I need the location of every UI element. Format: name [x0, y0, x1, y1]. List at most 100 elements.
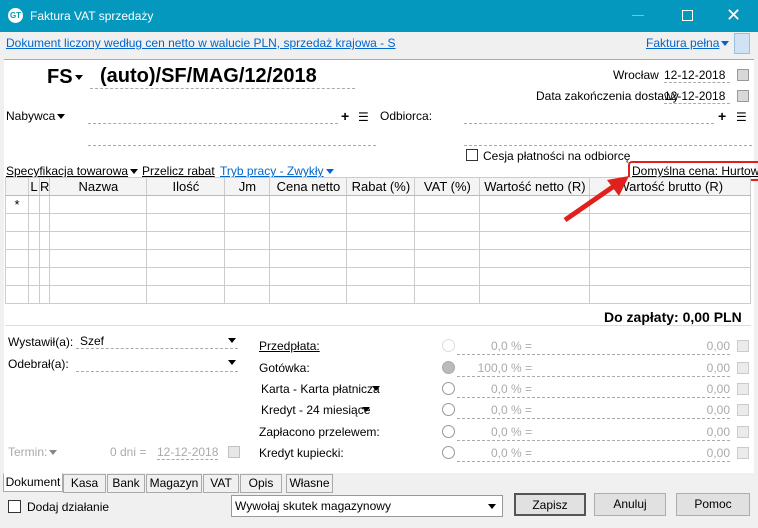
add-buyer-icon[interactable]: + — [341, 108, 349, 124]
doc-type: FS — [47, 66, 73, 88]
term-dropdown[interactable]: Termin: — [8, 445, 58, 459]
work-mode-dropdown[interactable]: Tryb pracy - Zwykły — [220, 164, 334, 178]
payment-radio[interactable] — [442, 446, 455, 459]
recalc-discount-link[interactable]: Przelicz rabat — [142, 164, 215, 178]
payment-label[interactable]: Kredyt - 24 miesiące — [261, 403, 370, 417]
recipient-field[interactable] — [464, 108, 714, 124]
calculator-icon[interactable] — [737, 383, 749, 395]
calendar-icon[interactable] — [737, 69, 749, 81]
col-r[interactable]: R — [38, 177, 51, 196]
col-name[interactable]: Nazwa — [49, 177, 148, 196]
close-button[interactable]: ✕ — [726, 5, 741, 26]
payment-radio[interactable] — [442, 361, 455, 374]
spec-label: Specyfikacja towarowa — [6, 164, 129, 178]
calculator-icon[interactable] — [737, 340, 749, 352]
payment-percent[interactable]: 0,0 % = — [491, 382, 532, 396]
minimize-button[interactable] — [632, 15, 644, 16]
add-action-label: Dodaj działanie — [27, 500, 110, 514]
tab-bank[interactable]: Bank — [107, 474, 145, 493]
list-icon[interactable]: ☰ — [358, 110, 369, 124]
term-date[interactable]: 12-12-2018 — [157, 445, 219, 460]
buyer-address-field[interactable] — [88, 130, 376, 146]
payment-amount[interactable]: 0,00 — [707, 339, 730, 353]
table-row[interactable] — [5, 267, 751, 286]
chevron-down-icon[interactable] — [372, 386, 380, 391]
payment-percent[interactable]: 0,0 % = — [491, 403, 532, 417]
calendar-icon[interactable] — [737, 90, 749, 102]
chevron-down-icon — [74, 75, 83, 81]
col-discount[interactable]: Rabat (%) — [346, 177, 416, 196]
divider — [5, 325, 751, 326]
buyer-dropdown[interactable]: Nabywca — [6, 109, 66, 123]
calculator-icon[interactable] — [737, 426, 749, 438]
payment-percent[interactable]: 0,0 % = — [491, 339, 532, 353]
doc-type-dropdown[interactable]: FS — [47, 66, 83, 89]
col-net-price[interactable]: Cena netto — [269, 177, 348, 196]
tab-vat[interactable]: VAT — [203, 474, 239, 493]
list-icon[interactable]: ☰ — [736, 110, 747, 124]
col-unit[interactable]: Jm — [224, 177, 271, 196]
help-button[interactable]: Pomoc — [676, 493, 750, 516]
items-grid[interactable]: L R Nazwa Ilość Jm Cena netto Rabat (%) … — [5, 177, 751, 304]
calculator-icon[interactable] — [737, 447, 749, 459]
issue-date[interactable]: 12-12-2018 — [664, 68, 730, 83]
term-days[interactable]: 0 dni = — [110, 445, 146, 459]
payment-percent[interactable]: 100,0 % = — [478, 361, 532, 375]
received-by-select[interactable] — [76, 356, 238, 372]
document-info-link[interactable]: Dokument liczony według cen netto w walu… — [6, 36, 396, 50]
window-title: Faktura VAT sprzedaży — [30, 9, 154, 23]
payment-radio[interactable] — [442, 403, 455, 416]
calendar-icon[interactable] — [228, 446, 240, 458]
warehouse-effect-select[interactable]: Wywołaj skutek magazynowy — [231, 495, 503, 517]
table-row[interactable]: * — [5, 195, 751, 214]
add-action-checkbox[interactable] — [8, 500, 21, 513]
payment-label[interactable]: Karta - Karta płatnicza — [261, 382, 380, 396]
cancel-button[interactable]: Anuluj — [594, 493, 666, 516]
table-row[interactable] — [5, 231, 751, 250]
chevron-down-icon — [49, 450, 58, 456]
recipient-label: Odbiorca: — [380, 109, 433, 123]
tab-dokument[interactable]: Dokument — [3, 473, 63, 492]
tab-własne[interactable]: Własne — [286, 474, 333, 493]
table-row[interactable] — [5, 213, 751, 232]
payment-radio[interactable] — [442, 339, 455, 352]
col-qty[interactable]: Ilość — [146, 177, 226, 196]
payment-amount[interactable]: 0,00 — [707, 446, 730, 460]
chevron-down-icon[interactable] — [362, 407, 370, 412]
issued-by-select[interactable]: Szef — [76, 334, 238, 349]
payment-label: Kredyt kupiecki: — [259, 446, 344, 460]
save-button[interactable]: Zapisz — [514, 493, 586, 516]
payment-amount[interactable]: 0,00 — [707, 425, 730, 439]
tab-kasa[interactable]: Kasa — [63, 474, 106, 493]
payment-label: Gotówka: — [259, 361, 310, 375]
payment-radio[interactable] — [442, 425, 455, 438]
delivery-date[interactable]: 12-12-2018 — [664, 89, 730, 104]
invoice-type-dropdown[interactable]: Faktura pełna — [646, 36, 730, 50]
doc-number[interactable]: (auto)/SF/MAG/12/2018 — [90, 65, 355, 89]
tab-opis[interactable]: Opis — [240, 474, 282, 493]
payment-radio[interactable] — [442, 382, 455, 395]
tab-magazyn[interactable]: Magazyn — [146, 474, 202, 493]
table-row[interactable] — [5, 285, 751, 304]
maximize-button[interactable] — [682, 10, 693, 21]
document-icon[interactable] — [734, 33, 750, 54]
payment-percent[interactable]: 0,0 % = — [491, 425, 532, 439]
col-vat[interactable]: VAT (%) — [414, 177, 481, 196]
payment-percent[interactable]: 0,0 % = — [491, 446, 532, 460]
grid-header: L R Nazwa Ilość Jm Cena netto Rabat (%) … — [5, 177, 751, 196]
payment-label[interactable]: Przedpłata: — [259, 339, 320, 353]
received-by-label: Odebrał(a): — [8, 357, 69, 371]
buyer-field[interactable] — [88, 108, 338, 124]
spec-dropdown[interactable]: Specyfikacja towarowa — [6, 164, 139, 178]
warehouse-effect-value: Wywołaj skutek magazynowy — [235, 499, 391, 513]
cession-checkbox[interactable] — [466, 149, 478, 161]
payment-amount[interactable]: 0,00 — [707, 403, 730, 417]
payment-amount[interactable]: 0,00 — [707, 382, 730, 396]
table-row[interactable] — [5, 249, 751, 268]
payment-amount[interactable]: 0,00 — [707, 361, 730, 375]
calculator-icon[interactable] — [737, 404, 749, 416]
recipient-address-field[interactable] — [464, 130, 752, 146]
calculator-icon[interactable] — [737, 362, 749, 374]
add-recipient-icon[interactable]: + — [718, 108, 726, 124]
col-l[interactable]: L — [28, 177, 40, 196]
